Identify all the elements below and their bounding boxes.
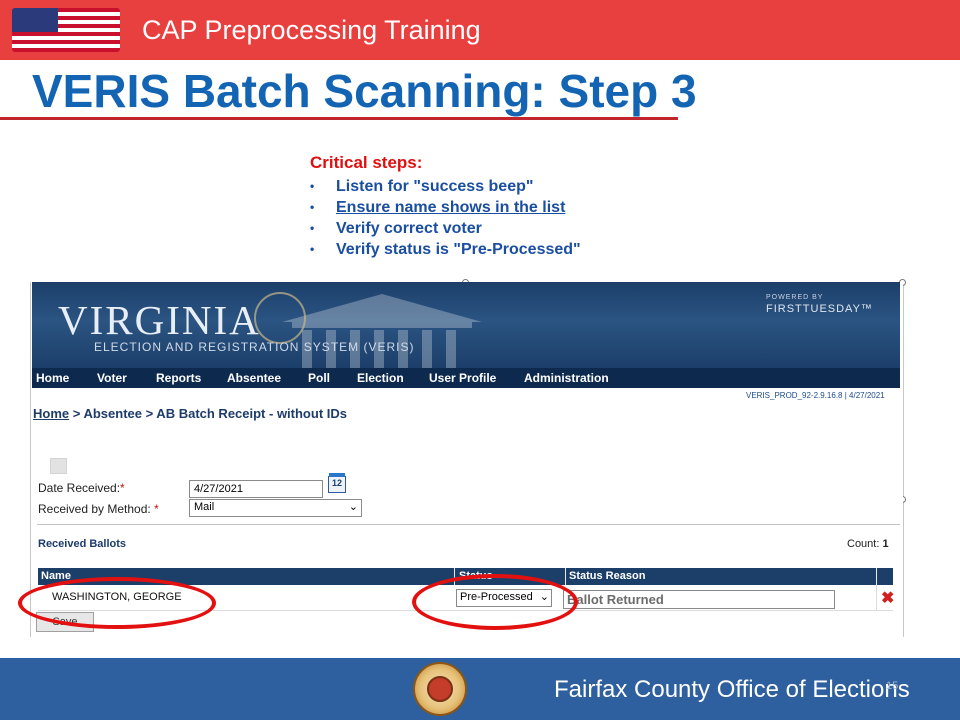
nav-item-user-profile[interactable]: User Profile <box>429 371 496 385</box>
us-flag-icon <box>12 8 120 52</box>
nav-item-election[interactable]: Election <box>357 371 404 385</box>
nav-item-administration[interactable]: Administration <box>524 371 609 385</box>
nav-item-home[interactable]: Home <box>36 371 69 385</box>
version-info: VERIS_PROD_92-2.9.16.8 | 4/27/2021 <box>746 391 885 400</box>
veris-header: VIRGINIA ELECTION AND REGISTRATION SYSTE… <box>32 282 900 368</box>
checkbox[interactable] <box>50 458 67 474</box>
critical-steps-heading: Critical steps: <box>310 153 423 172</box>
veris-nav: Home Voter Reports Absentee Poll Electio… <box>32 368 900 388</box>
date-received-label: Date Received:* <box>38 481 125 495</box>
chevron-down-icon: ⌄ <box>348 501 358 513</box>
nav-item-poll[interactable]: Poll <box>308 371 330 385</box>
received-method-select[interactable]: Mail ⌄ <box>189 499 362 517</box>
breadcrumb-path: > Absentee > AB Batch Receipt - without … <box>69 406 347 421</box>
critical-steps: Critical steps: • Listen for "success bee… <box>310 153 581 260</box>
screenshot-border <box>30 282 31 637</box>
veris-subtitle: ELECTION AND REGISTRATION SYSTEM (VERIS) <box>94 340 415 354</box>
status-reason-field[interactable]: Ballot Returned <box>563 590 835 609</box>
calendar-icon[interactable]: 12 <box>328 473 346 493</box>
received-method-label: Received by Method: * <box>38 502 159 516</box>
list-item: • Listen for "success beep" <box>310 178 534 195</box>
highlight-circle-name <box>18 577 216 629</box>
date-received-field[interactable]: 4/27/2021 <box>189 480 323 498</box>
received-ballots-title: Received Ballots <box>38 538 127 550</box>
nav-item-absentee[interactable]: Absentee <box>227 371 281 385</box>
nav-item-reports[interactable]: Reports <box>156 371 201 385</box>
ballot-count: Count: 1 <box>847 538 889 550</box>
divider <box>37 524 900 525</box>
delete-icon[interactable]: ✖ <box>881 588 894 608</box>
critical-steps-list: • Listen for "success beep" • Ensure name … <box>310 176 581 260</box>
nav-item-voter[interactable]: Voter <box>97 371 127 385</box>
breadcrumb-home-link[interactable]: Home <box>33 406 69 421</box>
powered-by-label: POWERED BY <box>766 294 824 301</box>
title-underline <box>0 117 678 120</box>
list-item: • Verify correct voter <box>310 220 482 237</box>
list-item: • Ensure name shows in the list <box>310 199 566 216</box>
footer-org-name: Fairfax County Office of Elections <box>554 676 910 703</box>
veris-logo: VIRGINIA <box>58 297 261 343</box>
slide-title: VERIS Batch Scanning: Step 3 <box>32 65 697 117</box>
top-banner: CAP Preprocessing Training <box>0 0 960 60</box>
virginia-seal-icon <box>254 292 306 344</box>
vendor-logo: FIRSTTUESDAY™ <box>766 303 873 315</box>
list-item: • Verify status is "Pre-Processed" <box>310 241 581 258</box>
banner-title: CAP Preprocessing Training <box>142 15 481 45</box>
highlight-circle-status <box>412 574 578 630</box>
page-number: 15 <box>886 680 899 692</box>
column-header-status-reason[interactable]: Status Reason <box>569 570 645 582</box>
fairfax-county-seal-icon <box>413 662 467 716</box>
breadcrumb: Home > Absentee > AB Batch Receipt - wit… <box>33 406 347 421</box>
screenshot-border <box>903 282 904 637</box>
